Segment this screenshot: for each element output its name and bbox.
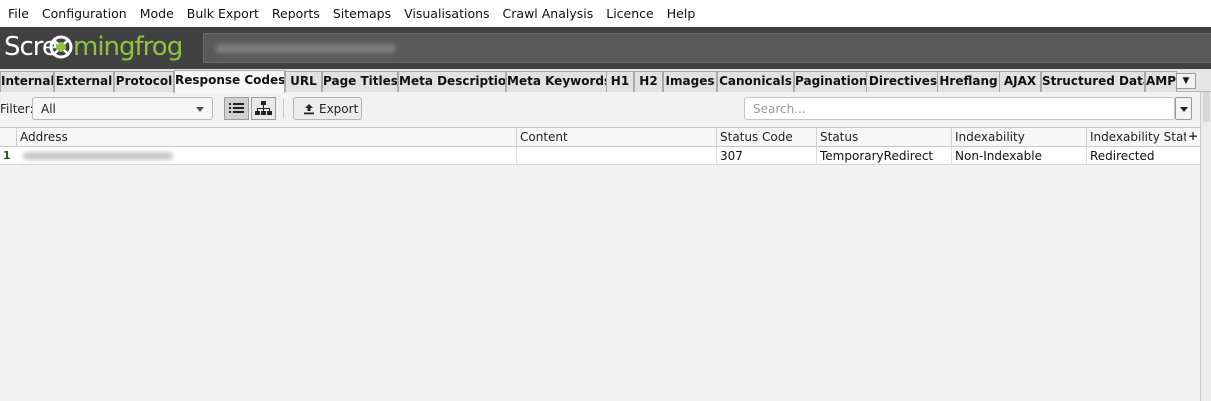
tab-protocol[interactable]: Protocol — [114, 71, 174, 92]
menu-visualisations[interactable]: Visualisations — [400, 6, 498, 21]
search-input[interactable]: Search... — [744, 97, 1175, 120]
tab-internal[interactable]: Internal — [0, 71, 54, 92]
column-header-indexability[interactable]: Indexability — [952, 128, 1087, 147]
results-table: Address Content Status Code Status Index… — [0, 127, 1200, 401]
menu-sitemaps[interactable]: Sitemaps — [329, 6, 400, 21]
menu-file[interactable]: File — [4, 6, 38, 21]
scrollbar-thumb[interactable] — [1203, 92, 1210, 122]
tab-directives[interactable]: Directives — [866, 71, 940, 92]
cell-indexability[interactable]: Non-Indexable — [952, 147, 1087, 165]
tab-external[interactable]: External — [54, 71, 114, 92]
app-logo: Scre mingfrog — [0, 27, 200, 69]
menu-help[interactable]: Help — [663, 6, 705, 21]
column-header-indexability-status[interactable]: Indexability Status — [1087, 128, 1186, 147]
tab-structured-data[interactable]: Structured Data — [1041, 71, 1145, 92]
table-header: Address Content Status Code Status Index… — [0, 127, 1200, 147]
chevron-down-icon — [196, 107, 204, 112]
frog-logo-icon — [49, 35, 73, 59]
column-header-status[interactable]: Status — [817, 128, 952, 147]
chevron-down-icon — [1180, 107, 1188, 112]
table-row[interactable]: 1 307 TemporaryRedirect Non-Indexable Re… — [0, 147, 1200, 165]
cell-status-code[interactable]: 307 — [717, 147, 817, 165]
cell-address[interactable] — [17, 147, 517, 165]
tabs-overflow-button[interactable]: ▼ — [1176, 73, 1196, 89]
cell-indexability-status[interactable]: Redirected — [1087, 147, 1200, 165]
filter-dropdown[interactable]: All — [32, 97, 213, 120]
tab-h1[interactable]: H1 — [606, 71, 634, 92]
tab-amp[interactable]: AMP — [1145, 71, 1177, 92]
cell-content[interactable] — [517, 147, 717, 165]
tree-view-icon — [255, 101, 272, 115]
tree-view-button[interactable] — [251, 97, 276, 120]
toolbar: Filter: All Export Search... — [0, 93, 1211, 125]
menu-bulk-export[interactable]: Bulk Export — [183, 6, 268, 21]
url-value-blurred — [216, 44, 396, 53]
list-view-button[interactable] — [224, 97, 249, 120]
logo-text-part2: mingfrog — [73, 32, 183, 62]
tab-meta-keywords[interactable]: Meta Keywords — [506, 71, 609, 92]
menu-reports[interactable]: Reports — [268, 6, 329, 21]
column-header-content[interactable]: Content — [517, 128, 717, 147]
search-options-dropdown[interactable] — [1175, 97, 1192, 120]
search-placeholder: Search... — [753, 102, 806, 116]
address-value-blurred — [23, 152, 173, 160]
export-button[interactable]: Export — [293, 97, 362, 120]
tab-h2[interactable]: H2 — [634, 71, 663, 92]
cell-status[interactable]: TemporaryRedirect — [817, 147, 952, 165]
column-header-status-code[interactable]: Status Code — [717, 128, 817, 147]
url-input[interactable] — [203, 33, 1211, 63]
filter-label: Filter: — [0, 102, 34, 116]
row-number: 1 — [3, 149, 11, 162]
tab-canonicals[interactable]: Canonicals — [717, 71, 794, 92]
tab-strip: Internal External Protocol Response Codes UR… — [0, 69, 1211, 93]
menu-mode[interactable]: Mode — [136, 6, 183, 21]
tab-ajax[interactable]: AJAX — [999, 71, 1041, 92]
tab-hreflang[interactable]: Hreflang — [937, 71, 1000, 92]
export-label: Export — [319, 101, 359, 116]
list-view-icon — [229, 103, 244, 113]
tab-response-codes[interactable]: Response Codes — [174, 70, 285, 93]
tab-images[interactable]: Images — [663, 71, 717, 92]
tab-url[interactable]: URL — [285, 71, 322, 92]
menu-licence[interactable]: Licence — [602, 6, 663, 21]
tab-page-titles[interactable]: Page Titles — [322, 71, 398, 92]
tab-pagination[interactable]: Pagination — [794, 71, 868, 92]
menu-crawl-analysis[interactable]: Crawl Analysis — [499, 6, 603, 21]
row-number-header — [0, 128, 17, 147]
tab-meta-description[interactable]: Meta Description — [398, 71, 506, 92]
filter-value: All — [41, 102, 56, 116]
vertical-scrollbar[interactable] — [1200, 92, 1211, 401]
add-column-button[interactable]: + — [1186, 128, 1200, 147]
toolbar-divider — [283, 99, 284, 118]
export-icon — [304, 103, 314, 114]
menu-bar: File Configuration Mode Bulk Export Reports S… — [0, 0, 1211, 27]
menu-configuration[interactable]: Configuration — [38, 6, 136, 21]
column-header-address[interactable]: Address — [17, 128, 517, 147]
